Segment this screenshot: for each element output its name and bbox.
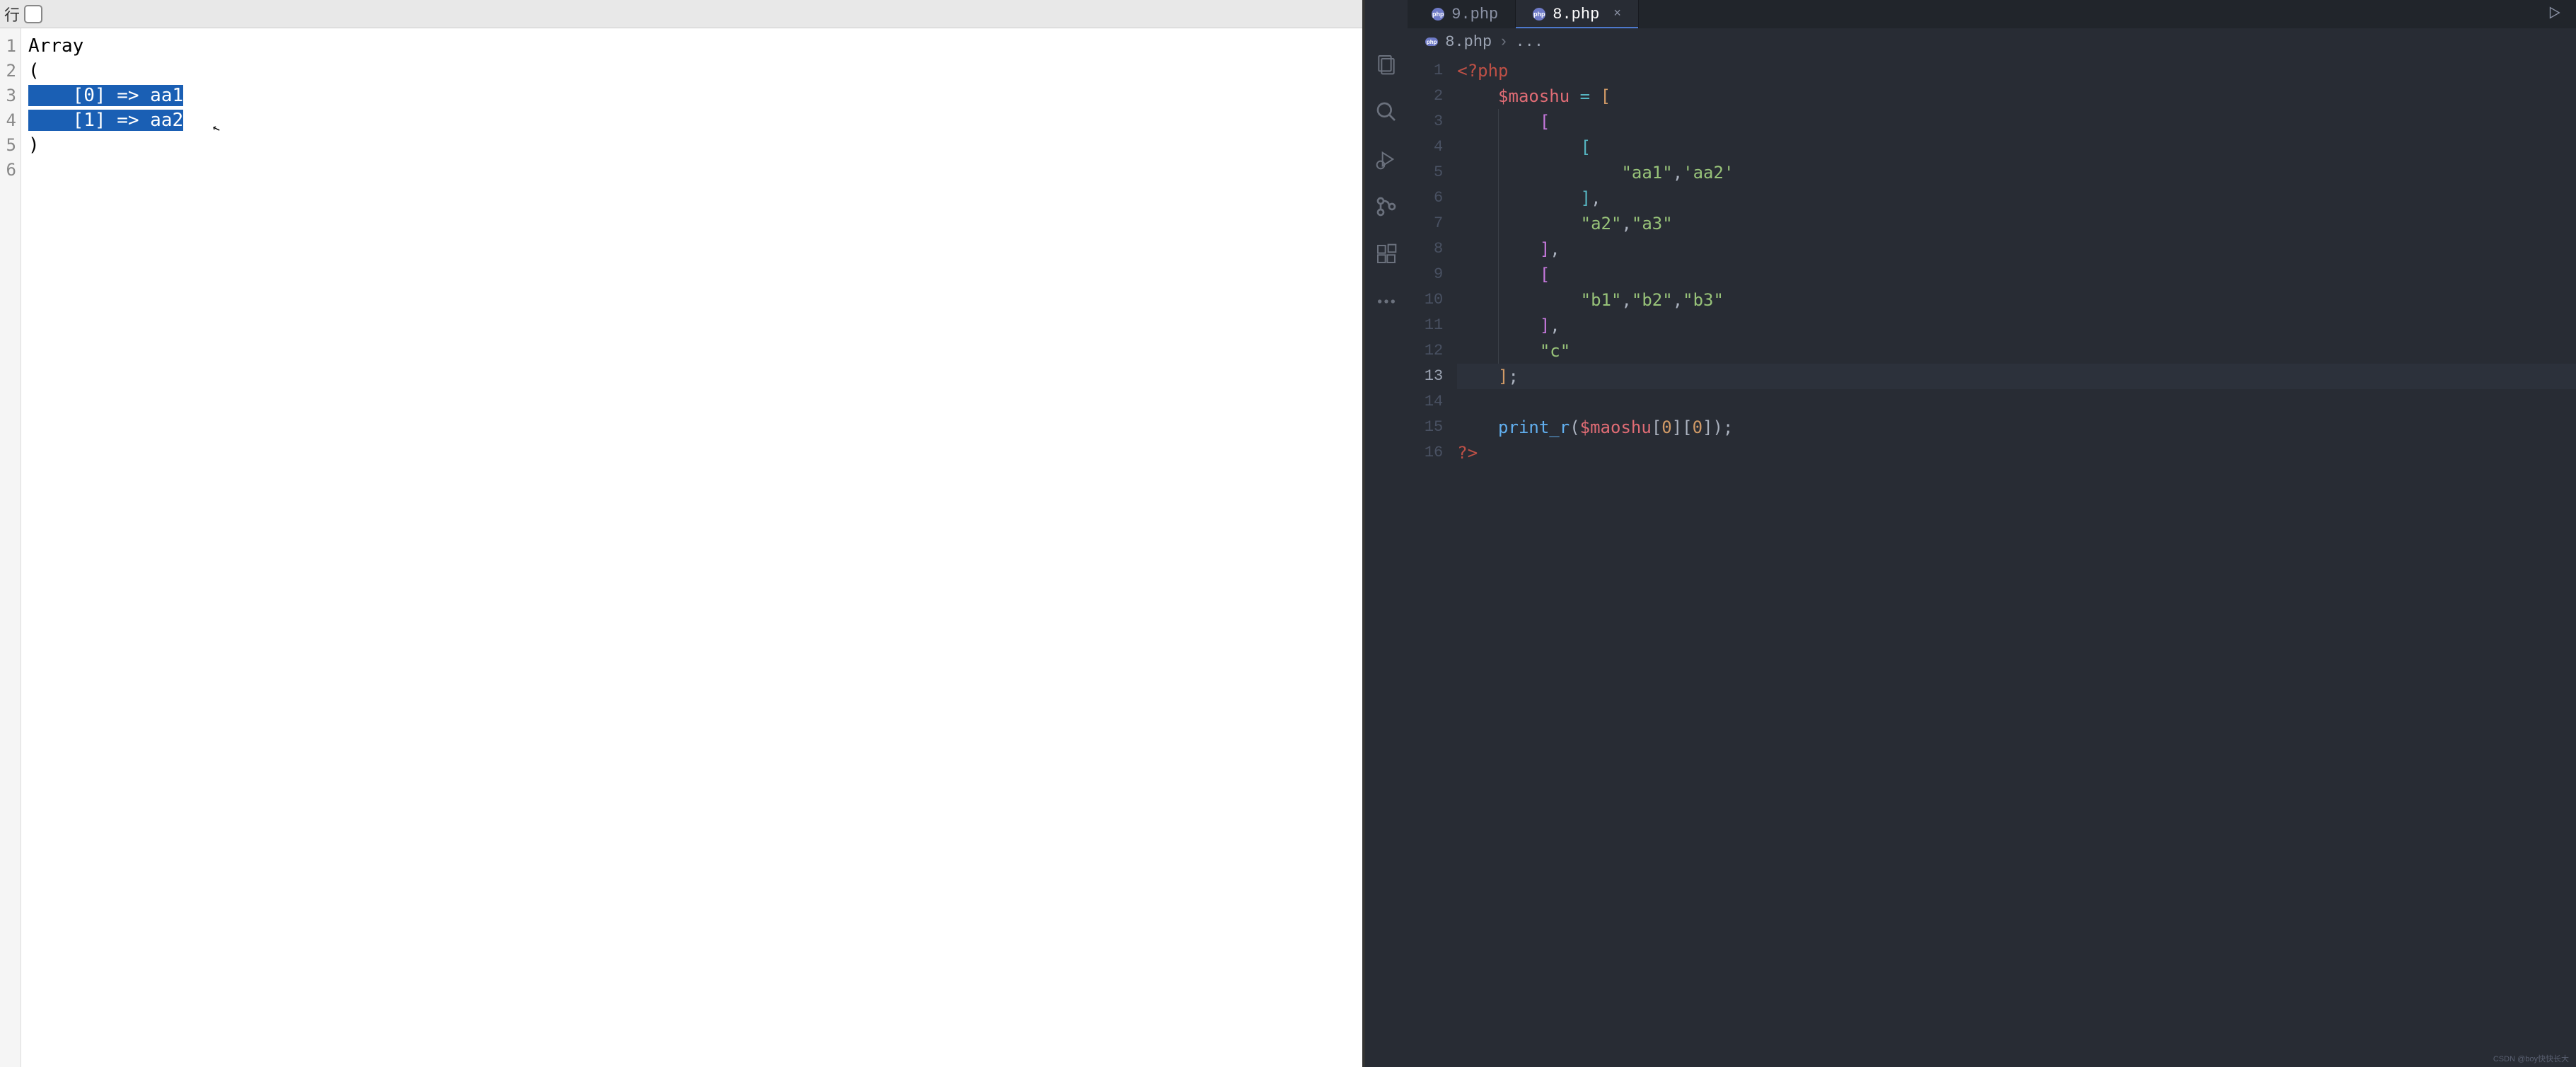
output-line: [0] => aa1 xyxy=(21,83,1362,108)
activity-bar xyxy=(1365,0,1408,1067)
output-content[interactable]: Array ( [0] => aa1 [1] => aa2 ) ↖ xyxy=(21,28,1362,1067)
php-file-icon: php xyxy=(1432,8,1444,21)
line-number: 6 xyxy=(0,158,21,183)
line-number: 6 xyxy=(1408,185,1457,211)
line-number: 1 xyxy=(0,34,21,59)
line-number: 14 xyxy=(1408,389,1457,415)
line-number: 12 xyxy=(1408,338,1457,364)
code-line: "b1","b2","b3" xyxy=(1457,287,2576,313)
selected-text: [0] => aa1 xyxy=(28,85,183,106)
search-icon[interactable] xyxy=(1375,100,1398,123)
line-number: 16 xyxy=(1408,440,1457,466)
output-gutter: 1 2 3 4 5 6 xyxy=(0,28,21,1067)
output-line: Array xyxy=(21,34,1362,59)
output-line: ) xyxy=(21,133,1362,158)
code-line: $maoshu = [ xyxy=(1457,83,2576,109)
line-number: 3 xyxy=(0,83,21,108)
output-line xyxy=(21,158,1362,183)
line-number: 11 xyxy=(1408,313,1457,338)
tab-label: 9.php xyxy=(1451,6,1498,23)
code-line: print_r($maoshu[0][0]); xyxy=(1457,415,2576,440)
code-line: ?> xyxy=(1457,440,2576,466)
breadcrumb-file: 8.php xyxy=(1445,33,1492,51)
line-number: 10 xyxy=(1408,287,1457,313)
breadcrumb-rest: ... xyxy=(1515,33,1543,51)
line-number: 15 xyxy=(1408,415,1457,440)
editor-panel: php 9.php php 8.php × php 8.php › ... 1 … xyxy=(1365,0,2576,1067)
code-line: ], xyxy=(1457,313,2576,338)
output-panel: 行 1 2 3 4 5 6 Array ( [0] => aa1 [1] => … xyxy=(0,0,1365,1067)
line-number: 8 xyxy=(1408,236,1457,262)
toolbar-checkbox[interactable] xyxy=(24,5,42,23)
line-number: 2 xyxy=(1408,83,1457,109)
code-line: "c" xyxy=(1457,338,2576,364)
line-number: 1 xyxy=(1408,58,1457,83)
code-line: ], xyxy=(1457,236,2576,262)
breadcrumb[interactable]: php 8.php › ... xyxy=(1365,28,2576,55)
line-number: 9 xyxy=(1408,262,1457,287)
code-line: [ xyxy=(1457,262,2576,287)
output-toolbar: 行 xyxy=(0,0,1362,28)
code-line: ], xyxy=(1457,185,2576,211)
code-line: ]; xyxy=(1457,364,2576,389)
code-line: "a2","a3" xyxy=(1457,211,2576,236)
extensions-icon[interactable] xyxy=(1375,243,1398,265)
code-line: [ xyxy=(1457,109,2576,134)
php-file-icon: php xyxy=(1533,8,1545,21)
line-number: 13 xyxy=(1408,364,1457,389)
tabs-bar: php 9.php php 8.php × xyxy=(1365,0,2576,28)
debug-icon[interactable] xyxy=(1375,148,1398,171)
output-line: [1] => aa2 xyxy=(21,108,1362,133)
code-line: "aa1",'aa2' xyxy=(1457,160,2576,185)
output-line: ( xyxy=(21,59,1362,83)
tab-active[interactable]: php 8.php × xyxy=(1516,0,1639,28)
code-line xyxy=(1457,389,2576,415)
line-number: 2 xyxy=(0,59,21,83)
editor-area[interactable]: 1 2 3 4 5 6 7 8 9 10 11 12 13 14 15 16 <… xyxy=(1365,55,2576,1067)
tab-inactive[interactable]: php 9.php xyxy=(1415,0,1516,28)
line-number: 5 xyxy=(1408,160,1457,185)
output-area: 1 2 3 4 5 6 Array ( [0] => aa1 [1] => aa… xyxy=(0,28,1362,1067)
line-number: 5 xyxy=(0,133,21,158)
chevron-right-icon: › xyxy=(1499,33,1508,51)
source-control-icon[interactable] xyxy=(1375,195,1398,218)
code-line: [ xyxy=(1457,134,2576,160)
tab-label: 8.php xyxy=(1553,6,1599,23)
line-number: 7 xyxy=(1408,211,1457,236)
run-icon[interactable] xyxy=(2546,5,2562,24)
code-line: <?php xyxy=(1457,58,2576,83)
selected-text: [1] => aa2 xyxy=(28,110,183,131)
editor-actions xyxy=(2546,0,2576,28)
explorer-icon[interactable] xyxy=(1375,53,1398,76)
toolbar-label: 行 xyxy=(4,3,20,25)
more-icon[interactable] xyxy=(1375,290,1398,313)
close-icon[interactable]: × xyxy=(1613,7,1621,21)
editor-content[interactable]: <?php $maoshu = [ [ [ "aa1",'aa2' ], "a2… xyxy=(1457,55,2576,1067)
php-file-icon: php xyxy=(1425,38,1438,46)
editor-gutter: 1 2 3 4 5 6 7 8 9 10 11 12 13 14 15 16 xyxy=(1408,55,1457,1067)
line-number: 3 xyxy=(1408,109,1457,134)
line-number: 4 xyxy=(1408,134,1457,160)
watermark: CSDN @boy快快长大 xyxy=(2493,1053,2569,1064)
line-number: 4 xyxy=(0,108,21,133)
